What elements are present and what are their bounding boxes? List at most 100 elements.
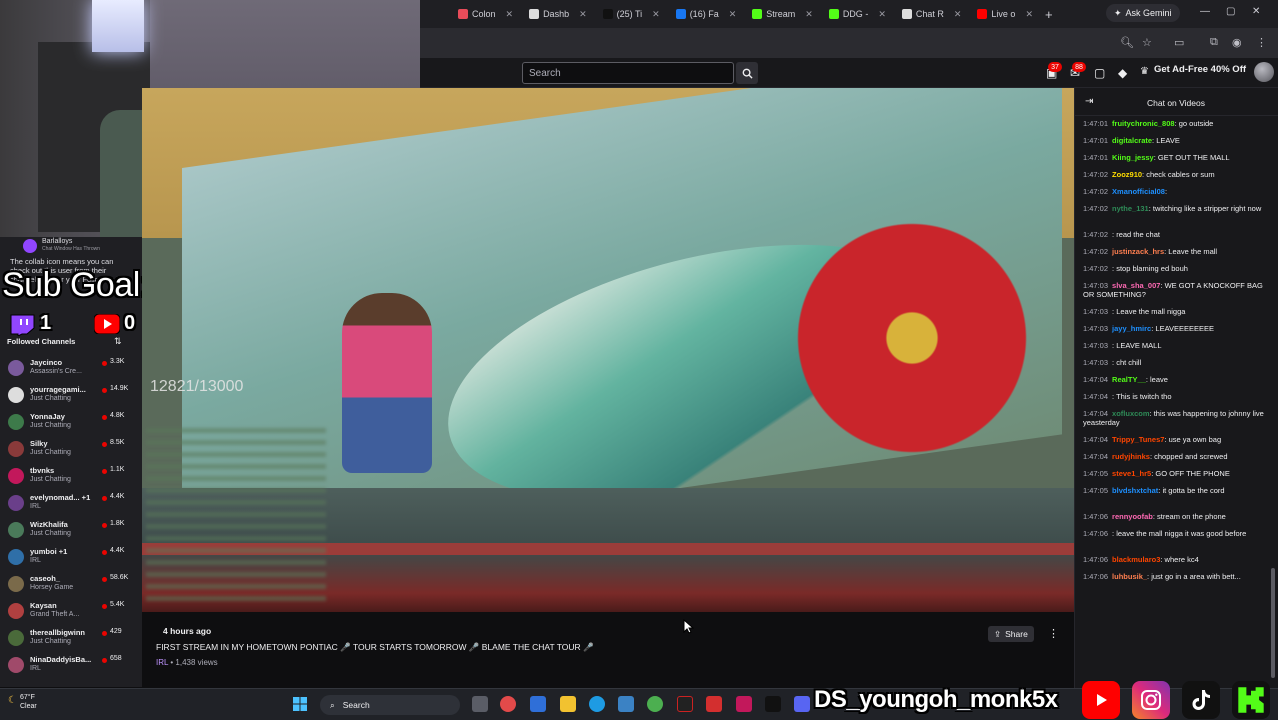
obs-icon[interactable] xyxy=(500,696,516,712)
chat-username[interactable]: fruitychronic_808 xyxy=(1112,119,1175,128)
tab-close-icon[interactable]: ✕ xyxy=(878,9,886,20)
chat-username[interactable]: Zooz910 xyxy=(1112,170,1142,179)
chat-username[interactable]: xofluxcom xyxy=(1112,409,1150,418)
collapse-chat-icon[interactable]: ⇥ xyxy=(1085,96,1093,107)
discord-icon[interactable] xyxy=(794,696,810,712)
zoom-icon[interactable]: 🔍︎ xyxy=(1120,36,1134,49)
followed-channel-item[interactable]: evelynomad... +1 IRL 4.4K xyxy=(0,490,142,517)
channel-name: evelynomad... +1 xyxy=(30,493,91,502)
more-options-icon[interactable]: ⋮ xyxy=(1048,627,1059,640)
chat-username[interactable]: nythe_131 xyxy=(1112,204,1149,213)
tab-close-icon[interactable]: ✕ xyxy=(1025,9,1033,20)
browser-address-bar[interactable]: 🔍︎ ☆ ▭ ⧉ ◉ ⋮ xyxy=(420,28,1278,58)
close-window-icon[interactable]: ✕ xyxy=(1252,6,1260,17)
cast-icon[interactable]: ▭ xyxy=(1174,36,1184,49)
channel-viewers: 429 xyxy=(110,628,122,635)
maximize-icon[interactable]: ▢ xyxy=(1226,6,1235,17)
chat-username[interactable]: Kiing_jessy xyxy=(1112,153,1154,162)
chat-timestamp: 1:47:01 xyxy=(1083,119,1109,128)
browser-tab[interactable]: Colon ✕ xyxy=(452,3,519,25)
search-button[interactable] xyxy=(736,62,758,84)
browser-tab[interactable]: DDG - ✕ xyxy=(823,3,892,25)
channel-game: Grand Theft A... xyxy=(30,611,80,618)
chrome-icon[interactable] xyxy=(647,696,663,712)
ad-free-button[interactable]: Get Ad-Free 40% Off xyxy=(1154,64,1246,75)
share-button[interactable]: ⇪ Share xyxy=(988,626,1034,642)
store-icon[interactable] xyxy=(618,696,634,712)
chat-username[interactable]: rennyoofab xyxy=(1112,512,1153,521)
mouse-cursor-icon xyxy=(683,619,694,634)
followed-channel-item[interactable]: thereallbigwinn Just Chatting 429 xyxy=(0,625,142,652)
tab-close-icon[interactable]: ✕ xyxy=(954,9,962,20)
followed-channel-item[interactable]: Silky Just Chatting 8.5K xyxy=(0,436,142,463)
browser-tab[interactable]: Stream ✕ xyxy=(746,3,819,25)
channel-name: YonnaJay xyxy=(30,412,65,421)
tab-close-icon[interactable]: ✕ xyxy=(652,9,660,20)
tiktok-app-icon[interactable] xyxy=(765,696,781,712)
chat-username[interactable]: luhbusik_ xyxy=(1112,572,1147,581)
followed-channel-item[interactable]: Kaysan Grand Theft A... 5.4K xyxy=(0,598,142,625)
video-player[interactable]: 12821/13000 xyxy=(142,88,1074,612)
followed-channel-item[interactable]: tbvnks Just Chatting 1.1K xyxy=(0,463,142,490)
followed-channel-item[interactable]: WizKhalifa Just Chatting 1.8K xyxy=(0,517,142,544)
bits-icon[interactable]: ◆ xyxy=(1118,66,1127,80)
new-tab-icon[interactable]: + xyxy=(1045,7,1053,22)
browser-tab[interactable]: Live o ✕ xyxy=(971,3,1039,25)
chat-username[interactable]: justinzack_hrs xyxy=(1112,247,1164,256)
followed-channel-item[interactable]: NinaDaddyisBa... IRL 658 xyxy=(0,652,142,679)
channel-game: Just Chatting xyxy=(30,476,71,483)
chat-username[interactable]: digitalcrate xyxy=(1112,136,1152,145)
followed-channel-item[interactable]: yumboi +1 IRL 4.4K xyxy=(0,544,142,571)
taskbar-search-icon: ⌕ xyxy=(330,699,335,710)
user-avatar[interactable] xyxy=(1254,62,1274,82)
task-view-icon[interactable] xyxy=(472,696,488,712)
chat-username[interactable]: Trippy_Tunes7 xyxy=(1112,435,1164,444)
browser-menu-icon[interactable]: ⋮ xyxy=(1256,36,1267,49)
chat-message: 1:47:06 luhbusik_: just go in a area with… xyxy=(1083,572,1273,581)
chat-username[interactable]: blackmularo3 xyxy=(1112,555,1160,564)
browser-tab[interactable]: (25) Ti ✕ xyxy=(597,3,666,25)
browser-tab[interactable]: Chat R ✕ xyxy=(896,3,968,25)
tab-close-icon[interactable]: ✕ xyxy=(729,9,737,20)
ask-gemini-button[interactable]: ✦ Ask Gemini xyxy=(1106,4,1180,22)
followed-channel-item[interactable]: caseoh_ Horsey Game 58.6K xyxy=(0,571,142,598)
video-category[interactable]: IRL xyxy=(156,658,168,667)
browser-tab[interactable]: Dashb ✕ xyxy=(523,3,593,25)
chat-username[interactable]: Xmanofficial08 xyxy=(1112,187,1165,196)
chat-username[interactable]: jayy_hmirc xyxy=(1112,324,1151,333)
followed-channel-item[interactable]: YonnaJay Just Chatting 4.8K xyxy=(0,409,142,436)
instagram-app-icon[interactable] xyxy=(736,696,752,712)
minimize-icon[interactable]: — xyxy=(1200,6,1210,17)
bookmark-star-icon[interactable]: ☆ xyxy=(1142,36,1152,49)
followed-channel-item[interactable]: yourragegami... Just Chatting 14.9K xyxy=(0,382,142,409)
edge-icon[interactable] xyxy=(589,696,605,712)
chat-username[interactable]: slva_sha_007 xyxy=(1112,281,1160,290)
site-search-input[interactable] xyxy=(522,62,734,84)
extensions-icon[interactable]: ⧉ xyxy=(1210,36,1218,49)
profile-icon[interactable]: ◉ xyxy=(1232,36,1242,49)
channel-avatar xyxy=(8,522,24,538)
browser-tab[interactable]: (16) Fa ✕ xyxy=(670,3,743,25)
chat-text: : stream on the phone xyxy=(1152,512,1226,521)
youtube-app-icon[interactable] xyxy=(706,696,722,712)
chat-username[interactable]: blvdshxtchat xyxy=(1112,486,1158,495)
tab-close-icon[interactable]: ✕ xyxy=(805,9,813,20)
windows-start-icon[interactable] xyxy=(292,696,308,712)
chat-timestamp: 1:47:06 xyxy=(1083,555,1109,564)
followed-channel-item[interactable]: Jaycinco Assassin's Cre... 3.3K xyxy=(0,355,142,382)
weather-widget[interactable]: 67°F Clear xyxy=(20,693,37,711)
chat-username[interactable]: steve1_hr5 xyxy=(1112,469,1151,478)
chat-username[interactable]: rudyjhinks xyxy=(1112,452,1150,461)
file-explorer-icon[interactable] xyxy=(560,696,576,712)
copilot-icon[interactable] xyxy=(530,696,546,712)
chat-username[interactable]: RealTY__ xyxy=(1112,375,1146,384)
tab-close-icon[interactable]: ✕ xyxy=(579,9,587,20)
chat-scrollbar[interactable] xyxy=(1271,568,1275,678)
taskbar-search[interactable]: ⌕ Search xyxy=(320,695,460,715)
collab-subtitle: Chat Window Has Thrown xyxy=(42,246,100,252)
app-icon[interactable] xyxy=(677,696,693,712)
whispers-icon[interactable]: ▢ xyxy=(1094,66,1105,80)
sort-icon[interactable]: ⇅ xyxy=(114,336,122,347)
tab-close-icon[interactable]: ✕ xyxy=(506,9,514,20)
live-indicator xyxy=(102,361,107,366)
